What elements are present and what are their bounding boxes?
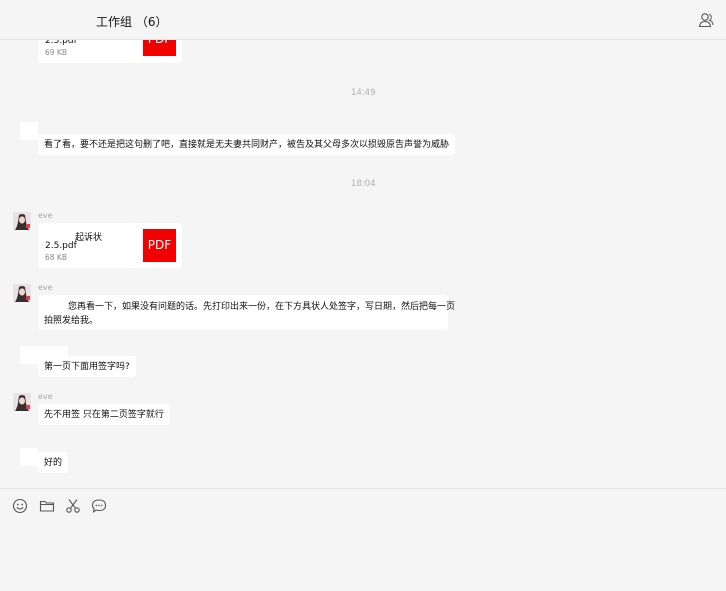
avatar[interactable] (13, 393, 31, 411)
message-bubble[interactable]: 第一页下面用签字吗? (38, 356, 136, 377)
sender-name: eve (38, 211, 53, 220)
message-line: 您再看一下，如果没有问题的话。先打印出来一份，在下方具状人处签字，写日期，然后把… (68, 302, 456, 312)
chat-header: 工作组 （6） (0, 0, 726, 40)
folder-icon[interactable] (39, 498, 55, 514)
input-toolbar (0, 488, 726, 591)
sender-name: eve (38, 283, 53, 292)
timestamp: 18:04 (351, 179, 376, 189)
message-line: 拍照发给我。 (44, 316, 99, 326)
chat-area[interactable]: 2.5.pdf 69 KB PDF 14:49 看了看，要不还是把这句删了吧，直… (0, 0, 726, 488)
pdf-icon: PDF (143, 229, 176, 262)
sender-name: eve (38, 392, 53, 401)
file-message[interactable]: 起诉状 2.5.pdf 68 KB PDF (38, 223, 182, 268)
avatar[interactable] (13, 212, 31, 230)
message-bubble[interactable]: 先不用签 只在第二页签字就行 (38, 404, 170, 425)
message-bubble[interactable]: 好的 (38, 452, 69, 473)
group-members-icon[interactable] (698, 12, 714, 28)
avatar-image (13, 393, 31, 411)
timestamp: 14:49 (351, 88, 376, 98)
message-bubble[interactable]: 您再看一下，如果没有问题的话。先打印出来一份，在下方具状人处签字，写日期，然后把… (38, 295, 456, 330)
avatar[interactable] (13, 284, 31, 302)
avatar-image (13, 284, 31, 302)
chat-title: 工作组 （6） (96, 15, 168, 29)
avatar (20, 122, 38, 140)
emoji-icon[interactable] (12, 498, 28, 514)
file-size: 69 KB (45, 48, 67, 57)
file-size: 68 KB (45, 253, 67, 262)
file-title: 起诉状 (75, 233, 103, 243)
avatar-image (13, 212, 31, 230)
file-name: 2.5.pdf (45, 241, 77, 251)
avatar (20, 448, 38, 466)
message-bubble[interactable]: 看了看，要不还是把这句删了吧，直接就是无夫妻共同财产，被告及其父母多次以损毁原告… (38, 134, 456, 155)
scissors-icon[interactable] (65, 498, 81, 514)
chat-bubble-icon[interactable] (91, 498, 107, 514)
